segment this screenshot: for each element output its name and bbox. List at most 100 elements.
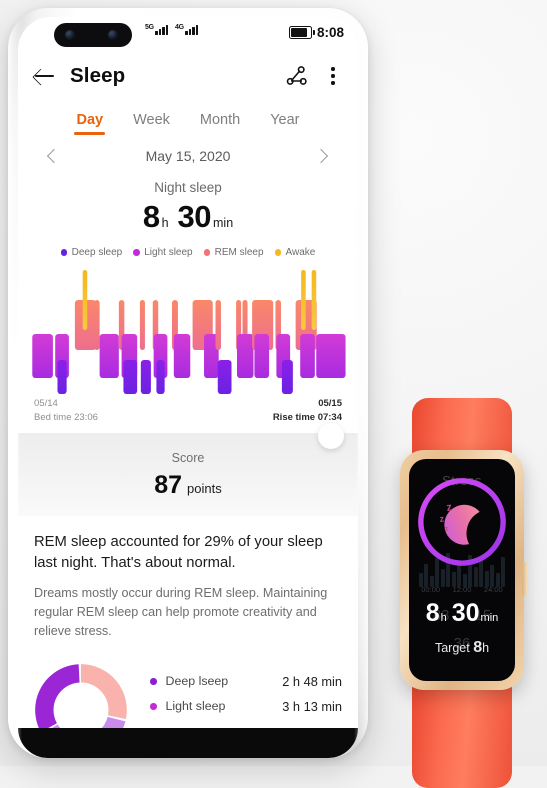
legend-item-rem-sleep: REM sleep — [203, 247, 264, 258]
watch-body: Stress 00:00 12:00 24:00 83 15 36 z z z … — [400, 450, 527, 690]
watch-hours-unit: h — [440, 612, 447, 624]
hypnogram-bar — [32, 334, 53, 378]
legend-label: Deep sleep — [71, 247, 123, 258]
status-right-group: 8:08 — [288, 25, 344, 40]
legend-dot-icon — [274, 249, 282, 256]
score-card: Score 87 points — [18, 422, 358, 516]
phone-device: 5G 4G 8:08 Sleep Day Week Month Year May… — [8, 8, 368, 758]
tab-month[interactable]: Month — [198, 109, 242, 136]
chart-legend: Deep sleep Light sleep REM sleep Awake — [18, 247, 358, 258]
network-gen-label: 5G — [145, 24, 154, 31]
watch-target-value: 8 — [473, 639, 483, 656]
hypnogram-bar — [301, 270, 306, 330]
watch-side-button[interactable] — [522, 562, 527, 596]
app-bar: Sleep — [18, 53, 358, 99]
breakdown-label: Deep lseep — [165, 674, 229, 689]
rise-date: 05/15 — [318, 398, 342, 409]
tab-day[interactable]: Day — [74, 109, 105, 136]
watch-hours: 8 — [425, 599, 440, 627]
breakdown-dot-icon — [150, 678, 157, 685]
watch-target: Target 8h — [409, 639, 515, 657]
hypnogram-bar — [300, 334, 315, 378]
hypnogram-bar — [311, 270, 317, 330]
insight-section: REM sleep accounted for 29% of your slee… — [18, 516, 358, 641]
night-sleep-label: Night sleep — [154, 180, 222, 195]
breakdown-list: Deep lseep 2 h 48 min Light sleep 3 h 13… — [150, 655, 342, 719]
hypnogram-bar — [217, 360, 232, 394]
hypnogram-bar — [57, 360, 67, 394]
legend-label: REM sleep — [214, 247, 264, 258]
bed-time-label: Bed time 23:06 — [34, 411, 98, 423]
insight-body: Dreams mostly occur during REM sleep. Ma… — [34, 585, 328, 638]
watch-sleep-duration: 8 h 30 min — [409, 599, 515, 628]
breakdown-value: 2 h 48 min — [282, 673, 342, 689]
svg-text:z: z — [439, 513, 445, 524]
rise-time-block: 05/15 Rise time 07:34 — [273, 397, 342, 425]
signal-icon-2: 4G — [175, 24, 198, 35]
battery-icon — [288, 26, 315, 39]
watch-screen: Stress 00:00 12:00 24:00 83 15 36 z z z … — [409, 459, 515, 681]
hypnogram-bar — [281, 360, 293, 394]
phone-screen: 5G 4G 8:08 Sleep Day Week Month Year May… — [18, 17, 358, 758]
tab-year[interactable]: Year — [268, 109, 301, 136]
breakdown-label: Light sleep — [165, 699, 226, 714]
sleeping-moon-icon: z z z — [413, 473, 511, 571]
back-arrow-icon[interactable] — [32, 63, 58, 89]
hypnogram-bar — [123, 360, 138, 394]
breakdown-row-light: Light sleep 3 h 13 min — [150, 694, 342, 719]
hypnogram-bar — [94, 300, 100, 350]
watch-minutes: 30 — [451, 599, 480, 627]
signal-indicators: 5G 4G — [145, 24, 198, 35]
hypnogram-svg — [32, 270, 346, 394]
hypnogram-bar — [254, 334, 270, 378]
floating-scroll-indicator[interactable] — [318, 422, 344, 449]
signal-icon-1: 5G — [145, 24, 168, 35]
legend-dot-icon — [133, 249, 140, 256]
score-number: 87 — [154, 470, 183, 499]
chevron-right-icon[interactable] — [312, 145, 334, 167]
period-tabs: Day Week Month Year — [18, 99, 358, 136]
hypnogram-bar — [82, 270, 88, 330]
status-clock: 8:08 — [316, 25, 344, 40]
status-bar: 5G 4G 8:08 — [18, 17, 358, 53]
watch-target-unit: h — [482, 641, 490, 655]
punch-hole-camera — [54, 23, 132, 47]
camera-lens-icon — [65, 30, 75, 40]
hypnogram-bar — [173, 334, 191, 378]
duration-hours-unit: h — [161, 216, 169, 230]
donut-segment — [35, 664, 80, 733]
score-value-group: 87 points — [18, 471, 358, 500]
breakdown-value: 3 h 13 min — [282, 698, 342, 714]
sleep-duration: 8 h 30 min — [18, 199, 358, 235]
score-unit: points — [187, 480, 222, 496]
watch-minutes-unit: min — [480, 612, 499, 624]
breakdown-row-deep: Deep lseep 2 h 48 min — [150, 669, 342, 694]
hypnogram-bar — [139, 300, 145, 350]
insight-headline: REM sleep accounted for 29% of your slee… — [34, 533, 323, 571]
legend-label: Awake — [285, 247, 316, 258]
duration-minutes: 30 — [177, 199, 212, 234]
hypnogram-bar — [236, 334, 254, 378]
hypnogram-bar — [99, 334, 119, 378]
date-navigator: May 15, 2020 — [18, 136, 358, 169]
scene-background: 5G 4G 8:08 Sleep Day Week Month Year May… — [0, 0, 547, 788]
share-icon[interactable] — [284, 63, 310, 89]
legend-item-deep-sleep: Deep sleep — [60, 247, 123, 258]
hypnogram-bar — [215, 300, 221, 350]
score-title: Score — [171, 450, 205, 465]
hypnogram-bar — [140, 360, 151, 394]
watch-target-label: Target — [434, 641, 470, 655]
network-gen-label: 4G — [175, 24, 184, 31]
bed-date: 05/14 — [34, 398, 58, 409]
donut-segment — [81, 664, 127, 720]
smart-band-device: Stress 00:00 12:00 24:00 83 15 36 z z z … — [388, 398, 536, 788]
tab-week[interactable]: Week — [131, 109, 172, 136]
chevron-left-icon[interactable] — [42, 145, 64, 167]
duration-hours: 8 — [142, 199, 160, 234]
legend-label: Light sleep — [144, 247, 193, 258]
more-vertical-icon[interactable] — [322, 63, 344, 89]
hypnogram-bar — [156, 360, 165, 394]
breakdown-dot-icon — [150, 703, 157, 710]
legend-dot-icon — [203, 249, 211, 256]
phone-screen-bottom-cut — [18, 728, 358, 758]
